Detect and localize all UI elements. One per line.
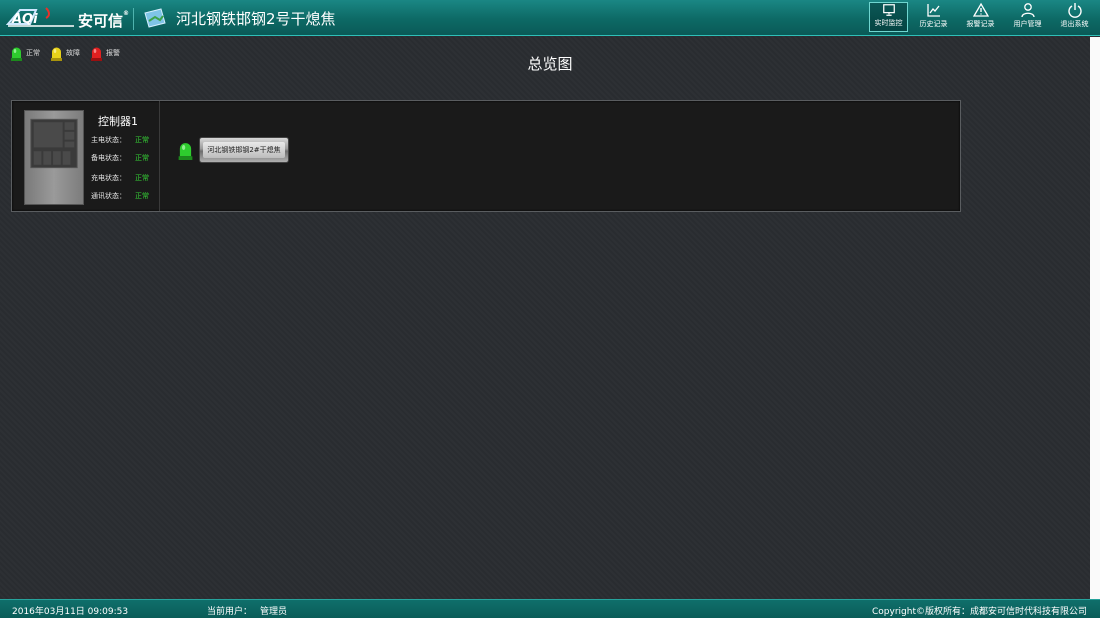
status-value: 正常	[135, 174, 149, 182]
status-value: 正常	[135, 192, 149, 200]
monitor-icon	[882, 4, 895, 16]
status-communication: 通讯状态： 正常	[91, 191, 149, 201]
status-key: 充电状态：	[91, 174, 126, 182]
map-icon	[144, 8, 166, 28]
status-key: 通讯状态：	[91, 192, 126, 200]
nav-history[interactable]: 历史记录	[912, 2, 955, 32]
user-icon	[1020, 3, 1035, 18]
nav-user-management[interactable]: 用户管理	[1006, 2, 1049, 32]
current-datetime: 2016年03月11日 09:09:53	[12, 607, 129, 617]
status-backup-power: 备电状态： 正常	[91, 153, 149, 163]
controller-device-icon[interactable]	[24, 110, 84, 205]
station-node: 河北钢铁邯钢2#干熄焦	[177, 137, 289, 163]
status-key: 备电状态：	[91, 154, 126, 162]
station-button[interactable]: 河北钢铁邯钢2#干熄焦	[199, 137, 289, 163]
nav-realtime-monitor[interactable]: 实时监控	[869, 2, 908, 32]
current-user-label: 当前用户：	[207, 607, 253, 617]
footer-bar: 2016年03月11日 09:09:53 当前用户： 管理员 Copyright©…	[0, 599, 1100, 618]
copyright-text: Copyright©版权所有：成都安可信时代科技有限公司	[872, 607, 1087, 617]
nav-label: 用户管理	[1013, 20, 1042, 28]
nav-label: 历史记录	[919, 20, 948, 28]
status-key: 主电状态：	[91, 136, 126, 144]
page-title: 总览图	[527, 55, 573, 73]
controller-info: 控制器1 主电状态： 正常 备电状态： 正常 充电状态： 正常 通讯状态： 正常	[12, 101, 160, 211]
status-value: 正常	[135, 154, 149, 162]
nav-alarm-records[interactable]: 报警记录	[959, 2, 1002, 32]
status-charging: 充电状态： 正常	[91, 173, 149, 183]
warning-icon	[972, 2, 989, 17]
green-lamp-icon	[178, 143, 193, 160]
status-main-power: 主电状态： 正常	[91, 135, 149, 145]
nav-label: 报警记录	[966, 20, 995, 28]
nav-logout[interactable]: 退出系统	[1053, 2, 1096, 32]
brand-name: 安可信®	[78, 10, 130, 30]
header-divider	[133, 8, 134, 30]
header-bar: AQi 安可信® 河北钢铁邯钢2号干熄焦 实时监控 历史记录 报警记录 用户管理…	[0, 0, 1100, 36]
controller-panel: 控制器1 主电状态： 正常 备电状态： 正常 充电状态： 正常 通讯状态： 正常…	[11, 100, 961, 212]
scrollbar[interactable]	[1090, 37, 1100, 599]
power-icon	[1067, 3, 1082, 18]
current-user-value: 管理员	[260, 607, 288, 617]
status-value: 正常	[135, 136, 149, 144]
nav-label: 实时监控	[874, 19, 903, 27]
site-title: 河北钢铁邯钢2号干熄焦	[176, 10, 336, 28]
controller-name: 控制器1	[98, 115, 138, 128]
main-nav: 实时监控 历史记录 报警记录 用户管理 退出系统	[865, 2, 1096, 34]
chart-icon	[926, 4, 940, 17]
current-user: 当前用户： 管理员	[207, 604, 287, 617]
station-label: 河北钢铁邯钢2#干熄焦	[203, 142, 285, 158]
nav-label: 退出系统	[1060, 20, 1089, 28]
svg-text:AQi: AQi	[11, 12, 38, 27]
